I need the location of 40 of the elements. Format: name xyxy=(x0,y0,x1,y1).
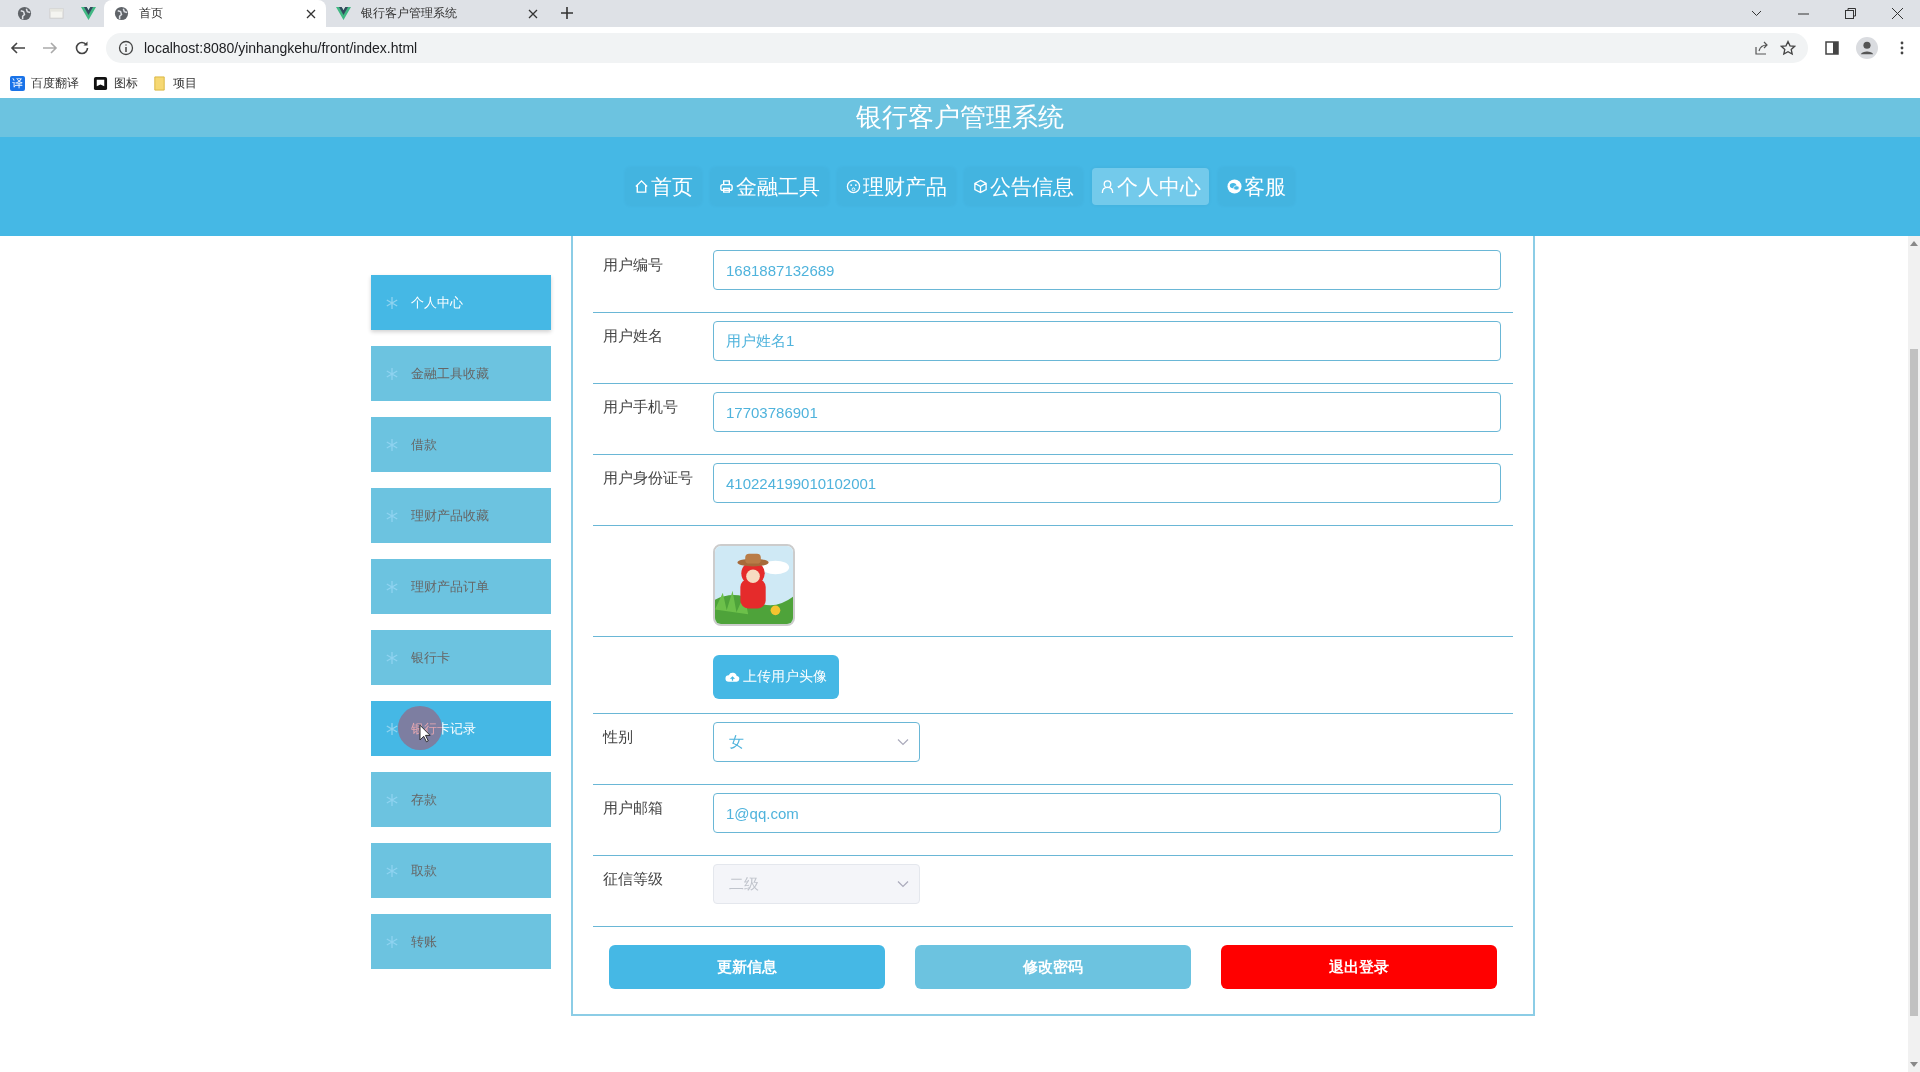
sidebar-item[interactable]: 取款 xyxy=(371,843,551,898)
input-field[interactable]: 410224199010102001 xyxy=(713,463,1501,503)
field-label: 性别 xyxy=(603,727,634,747)
field-label: 用户编号 xyxy=(603,255,664,275)
site-title: 银行客户管理系统 xyxy=(856,101,1064,134)
sidebar-item[interactable]: 转账 xyxy=(371,914,551,969)
nav-tab[interactable]: 客服 xyxy=(1219,168,1294,205)
bookmark-link[interactable]: 项目 xyxy=(173,74,197,92)
input-field[interactable]: 17703786901 xyxy=(713,392,1501,432)
action-button[interactable]: 退出登录 xyxy=(1221,945,1497,989)
sidebar-item[interactable]: 理财产品订单 xyxy=(371,559,551,614)
bookmark-link[interactable]: 图标 xyxy=(114,74,138,92)
upload-button[interactable]: 上传用户头像 xyxy=(713,655,839,699)
field-label: 用户身份证号 xyxy=(603,468,694,488)
field-label: 用户手机号 xyxy=(603,397,679,417)
sidebar-item[interactable]: 银行卡 xyxy=(371,630,551,685)
sidebar-item[interactable]: 借款 xyxy=(371,417,551,472)
input-field[interactable]: 1@qq.com xyxy=(713,793,1501,833)
field-label: 征信等级 xyxy=(603,869,664,889)
browser-tab[interactable]: 银行客户管理系统 xyxy=(326,0,548,27)
field-label: 用户姓名 xyxy=(603,326,664,346)
input-field[interactable]: 1681887132689 xyxy=(713,250,1501,290)
action-button[interactable]: 更新信息 xyxy=(609,945,885,989)
select-field[interactable]: 女 xyxy=(713,722,920,762)
nav-tab[interactable]: 金融工具 xyxy=(711,168,828,205)
translate-icon: 译 xyxy=(10,75,25,91)
field-label: 用户邮箱 xyxy=(603,798,664,818)
nav-tab[interactable]: 首页 xyxy=(626,168,701,205)
browser-tab[interactable]: 首页 xyxy=(104,0,326,27)
sidebar-item[interactable]: 理财产品收藏 xyxy=(371,488,551,543)
action-button[interactable]: 修改密码 xyxy=(915,945,1191,989)
nav-tab[interactable]: 公告信息 xyxy=(965,168,1082,205)
input-field[interactable]: 用户姓名1 xyxy=(713,321,1501,361)
sidebar-item[interactable]: 个人中心 xyxy=(371,275,551,330)
nav-tab[interactable]: 理财产品 xyxy=(838,168,955,205)
sidebar-item[interactable]: 金融工具收藏 xyxy=(371,346,551,401)
address-bar[interactable]: localhost:8080/yinhangkehu/front/index.html xyxy=(106,32,1808,63)
sidebar-item[interactable]: 存款 xyxy=(371,772,551,827)
bookmark-link[interactable]: 百度翻译 xyxy=(31,74,79,92)
nav-tab[interactable]: 个人中心 xyxy=(1092,168,1209,205)
